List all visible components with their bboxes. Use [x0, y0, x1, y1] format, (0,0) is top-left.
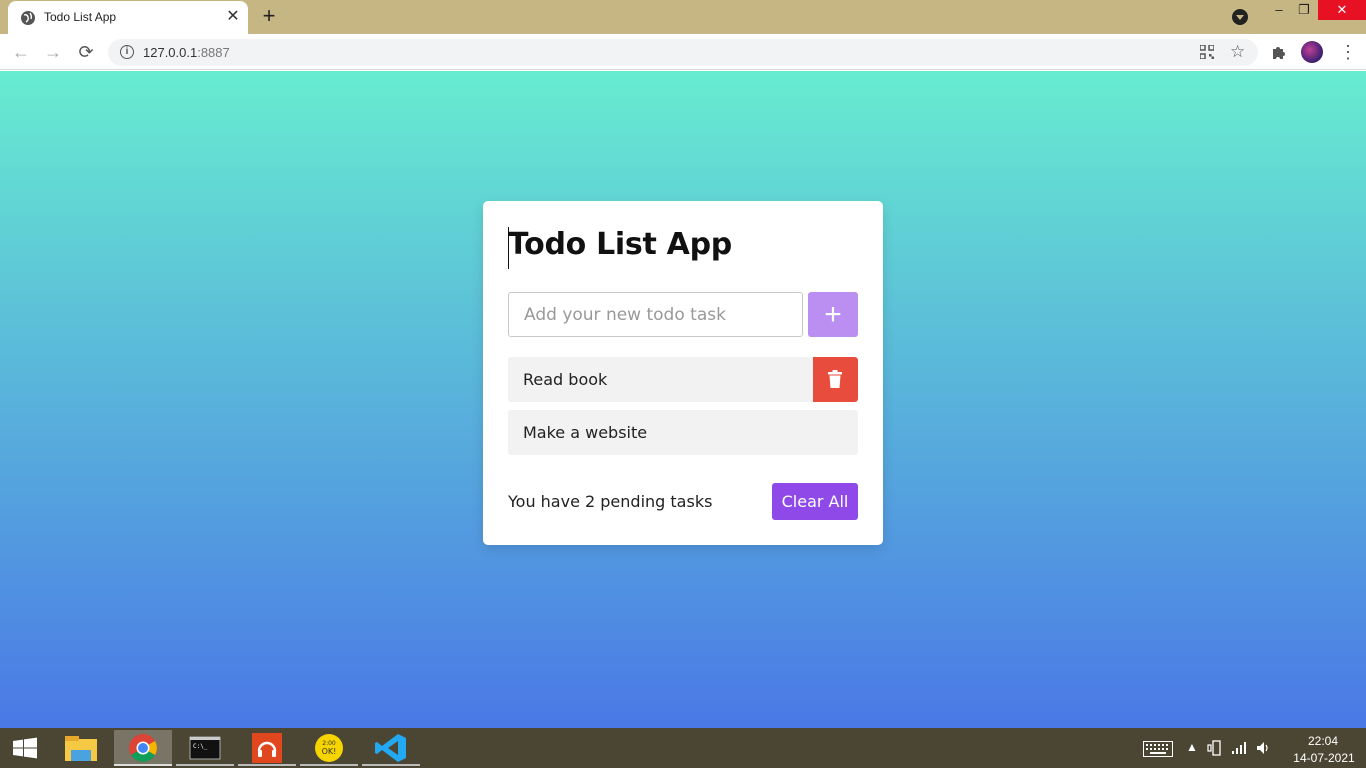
show-hidden-icons-icon[interactable]: ▲ — [1186, 740, 1198, 754]
terminal-icon[interactable]: C:\_ — [176, 730, 234, 766]
add-todo-button[interactable]: + — [808, 292, 858, 337]
pending-count-text: You have 2 pending tasks — [508, 492, 713, 511]
svg-text:2:00: 2:00 — [322, 740, 336, 747]
windows-start-icon[interactable] — [0, 728, 50, 768]
page-title: Todo List App — [508, 227, 732, 262]
browser-toolbar: ← → ⟳ i 127.0.0.1:8887 ☆ — [0, 34, 1366, 70]
music-player-icon[interactable] — [238, 730, 296, 766]
new-todo-input[interactable] — [508, 292, 803, 337]
bookmark-star-icon[interactable]: ☆ — [1230, 42, 1245, 62]
qr-code-icon[interactable] — [1200, 45, 1214, 59]
todo-item[interactable]: Read book — [508, 357, 858, 402]
site-info-icon[interactable]: i — [120, 45, 134, 59]
window-close-button[interactable]: ✕ — [1318, 0, 1366, 20]
delete-todo-button[interactable] — [813, 357, 858, 402]
clear-all-button[interactable]: Clear All — [772, 483, 858, 520]
keyboard-icon[interactable] — [1143, 741, 1173, 757]
extensions-puzzle-icon[interactable] — [1271, 44, 1287, 60]
globe-icon — [21, 11, 35, 25]
tab-close-icon[interactable]: ✕ — [224, 8, 242, 26]
reload-icon[interactable]: ⟳ — [75, 41, 97, 63]
address-bar[interactable]: i 127.0.0.1:8887 ☆ — [108, 39, 1258, 66]
chrome-icon[interactable] — [114, 730, 172, 766]
svg-text:C:\_: C:\_ — [193, 743, 208, 750]
browser-tab[interactable]: Todo List App ✕ — [8, 1, 248, 34]
taskbar: C:\_ 2:00 OK! ▲ 22:04 14-07-2021 — [0, 728, 1366, 768]
todo-item-text: Read book — [523, 370, 608, 389]
browser-menu-icon[interactable]: ⋮ — [1338, 42, 1358, 62]
back-arrow-icon[interactable]: ← — [10, 41, 32, 63]
tab-search-icon[interactable] — [1232, 9, 1248, 25]
url-text[interactable]: 127.0.0.1:8887 — [143, 45, 230, 60]
vscode-icon[interactable] — [362, 730, 420, 766]
clock-date[interactable]: 14-07-2021 — [1288, 751, 1360, 765]
battery-icon[interactable] — [1207, 740, 1223, 756]
file-explorer-icon[interactable] — [52, 730, 110, 766]
ok-badge-icon[interactable]: 2:00 OK! — [300, 730, 358, 766]
trash-icon — [828, 370, 842, 388]
forward-arrow-icon[interactable]: → — [42, 41, 64, 63]
new-tab-button[interactable]: + — [258, 5, 280, 28]
todo-item[interactable]: Make a website — [508, 410, 858, 455]
browser-tabstrip: Todo List App ✕ + – ❐ ✕ — [0, 0, 1366, 34]
todo-list: Read book Make a website — [508, 357, 858, 463]
profile-avatar[interactable] — [1301, 41, 1323, 63]
volume-icon[interactable] — [1256, 741, 1272, 755]
todo-card: Todo List App + Read book Make a website… — [483, 201, 883, 545]
clock-time[interactable]: 22:04 — [1302, 734, 1344, 748]
page-viewport: Todo List App + Read book Make a website… — [0, 71, 1366, 728]
tab-title: Todo List App — [44, 10, 117, 24]
network-signal-icon[interactable] — [1231, 741, 1247, 755]
svg-text:OK!: OK! — [322, 747, 337, 756]
todo-item-text: Make a website — [523, 423, 648, 442]
